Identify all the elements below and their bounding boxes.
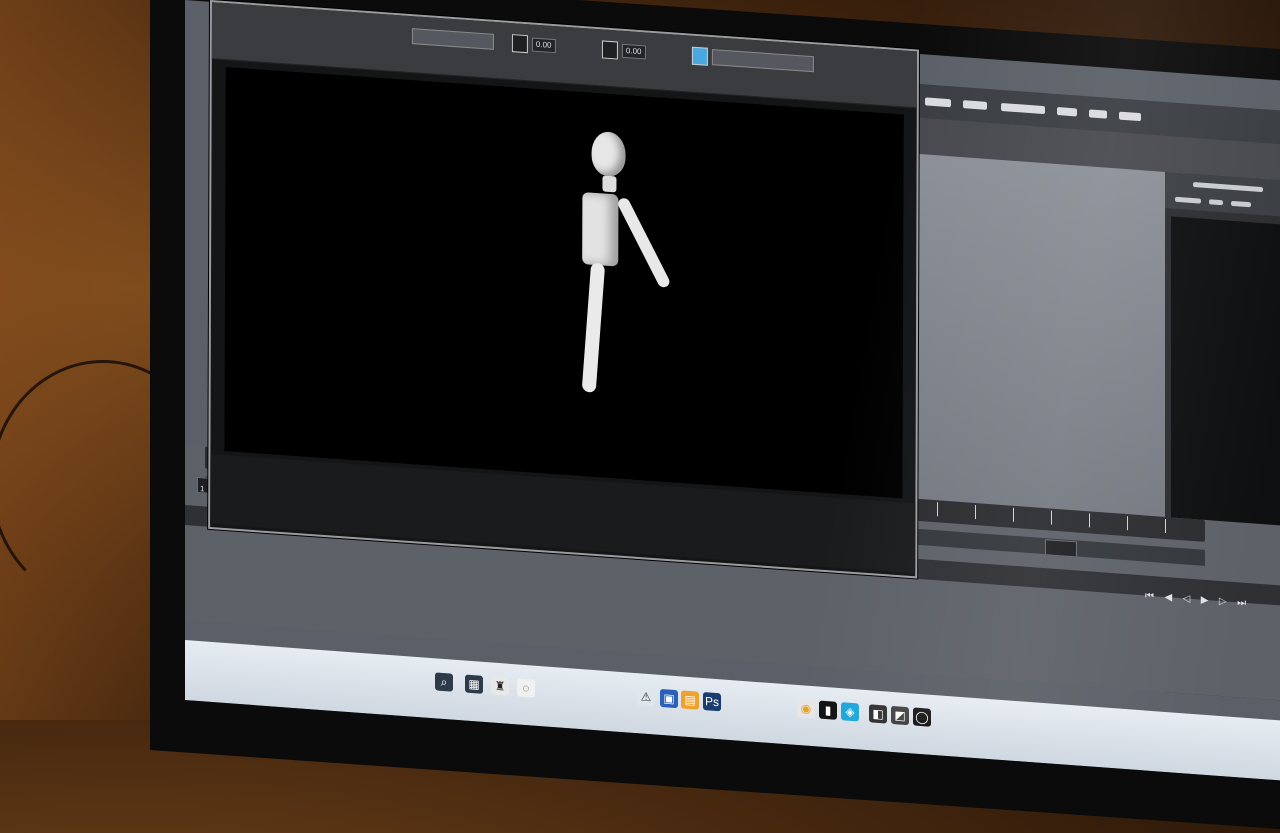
figure-head <box>591 130 626 178</box>
start-frame-value: 1 <box>200 484 205 494</box>
channel-box-view <box>1171 216 1280 535</box>
time-slider-tick <box>1165 518 1166 534</box>
time-slider-tick <box>1089 513 1090 528</box>
panel-title-label <box>1193 182 1263 193</box>
file-explorer-icon[interactable]: ▦ <box>465 674 483 694</box>
play-forward-icon[interactable]: ▶ <box>1201 595 1209 607</box>
menu-item-3[interactable] <box>1001 102 1045 115</box>
app-icon[interactable]: ◈ <box>841 702 859 722</box>
app-icon[interactable]: ◌ <box>517 678 535 698</box>
app-icon[interactable]: ◩ <box>891 705 909 726</box>
render-view-window[interactable]: 0.00 0.00 <box>208 0 919 579</box>
figure-leg <box>581 262 606 394</box>
photoshop-icon[interactable]: Ps <box>703 692 721 712</box>
camera-selector[interactable] <box>411 28 494 50</box>
time-slider-tick <box>975 505 976 520</box>
figure-torso <box>582 192 619 267</box>
go-to-start-icon[interactable]: ⏮ <box>1145 590 1154 602</box>
colorspace-control[interactable] <box>691 46 814 73</box>
menu-item-5[interactable] <box>1089 109 1107 119</box>
exposure-field[interactable]: 0.00 <box>531 37 556 54</box>
time-slider-tick <box>1051 510 1052 525</box>
menu-item-1[interactable] <box>925 97 951 108</box>
exposure-control[interactable]: 0.00 <box>511 34 556 54</box>
search-icon[interactable]: ⌕ <box>435 672 453 692</box>
gamma-control[interactable]: 0.00 <box>601 40 646 60</box>
channel-box-header <box>1165 171 1280 217</box>
app-icon[interactable]: ◉ <box>797 698 815 719</box>
app-icon[interactable]: ◯ <box>913 707 931 727</box>
time-slider-tick <box>937 502 938 517</box>
panel-tab-label[interactable] <box>1231 200 1251 208</box>
app-icon[interactable]: ▣ <box>660 688 678 709</box>
menu-item-6[interactable] <box>1119 111 1141 122</box>
range-end-field[interactable] <box>1045 539 1077 558</box>
figure-neck <box>602 175 617 193</box>
figure-arm <box>616 196 672 290</box>
app-icon[interactable]: ◧ <box>869 704 887 724</box>
play-back-icon[interactable]: ◁ <box>1183 593 1191 605</box>
step-forward-icon[interactable]: ▷ <box>1219 596 1227 608</box>
step-back-icon[interactable]: ◀ <box>1164 592 1172 604</box>
menu-item-2[interactable] <box>963 100 987 110</box>
app-icon[interactable]: ▤ <box>681 690 699 710</box>
colorspace-dropdown[interactable] <box>711 49 814 73</box>
colorspace-icon[interactable] <box>691 46 708 66</box>
time-slider-tick <box>1013 507 1014 522</box>
exposure-icon[interactable] <box>511 34 528 54</box>
panel-tab-label[interactable] <box>1209 199 1223 206</box>
app-icon[interactable]: ♜ <box>491 676 509 696</box>
go-to-end-icon[interactable]: ⏭ <box>1237 597 1246 609</box>
app-icon[interactable]: ⚠ <box>637 687 655 707</box>
menu-item-4[interactable] <box>1057 107 1077 117</box>
rendered-image[interactable] <box>224 67 904 499</box>
time-slider-tick <box>1127 516 1128 531</box>
gamma-icon[interactable] <box>601 40 618 60</box>
gamma-field[interactable]: 0.00 <box>621 43 646 60</box>
app-icon[interactable]: ▮ <box>819 700 837 720</box>
camera-dropdown[interactable] <box>411 28 494 50</box>
panel-tab-label[interactable] <box>1175 196 1201 204</box>
